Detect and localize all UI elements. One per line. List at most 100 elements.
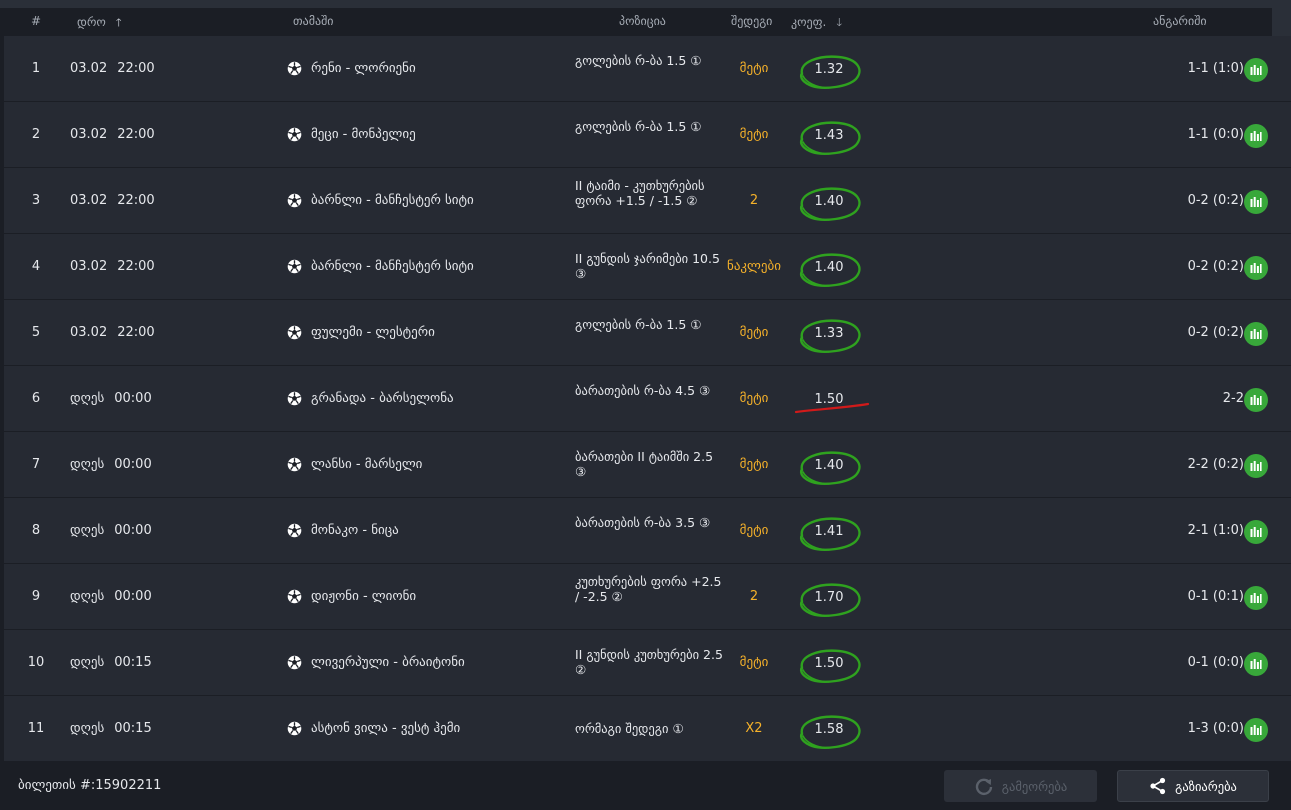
header-game: თამაში xyxy=(293,14,334,28)
row-datetime: 03.02 22:00 xyxy=(70,61,155,76)
bar-chart-icon xyxy=(1250,329,1262,339)
stats-button[interactable] xyxy=(1244,124,1268,148)
row-odds: 1.33 xyxy=(794,316,864,354)
share-icon xyxy=(1150,777,1166,795)
stats-button[interactable] xyxy=(1244,388,1268,412)
row-index: 1 xyxy=(31,61,41,76)
row-datetime: დღეს 00:00 xyxy=(70,523,152,538)
row-match[interactable]: ფულემი - ლესტერი xyxy=(311,325,435,340)
row-score: 1-3 (0:0) xyxy=(1187,721,1244,736)
row-time: 00:00 xyxy=(114,391,152,406)
row-index: 2 xyxy=(31,127,41,142)
row-outcome: მეტი xyxy=(739,127,769,142)
scrollbar-track[interactable] xyxy=(1272,8,1291,36)
table-row: 3 03.02 22:00 ბარნლი - მანჩესტერ სიტი II ტაი… xyxy=(4,168,1291,234)
header-outcome: შედეგი xyxy=(731,14,773,28)
row-odds: 1.32 xyxy=(794,52,864,90)
row-datetime: დღეს 00:15 xyxy=(70,721,152,736)
row-outcome: მეტი xyxy=(739,325,769,340)
row-outcome: მეტი xyxy=(739,655,769,670)
row-date: დღეს xyxy=(70,655,105,670)
row-match[interactable]: გრანადა - ბარსელონა xyxy=(311,391,454,406)
stats-button[interactable] xyxy=(1244,454,1268,478)
header-time-sort[interactable]: დრო 🡑 xyxy=(77,14,122,33)
header-score: ანგარიში xyxy=(1153,14,1207,28)
ticket-number: ბილეთის #:15902211 xyxy=(18,778,162,793)
soccer-ball-icon xyxy=(287,61,302,76)
bar-chart-icon xyxy=(1250,593,1262,603)
soccer-ball-icon xyxy=(287,655,302,670)
row-match[interactable]: ლანსი - მარსელი xyxy=(311,457,422,472)
row-match[interactable]: ბარნლი - მანჩესტერ სიტი xyxy=(311,259,474,274)
sort-up-icon: 🡑 xyxy=(115,16,122,29)
bar-chart-icon xyxy=(1250,725,1262,735)
row-index: 11 xyxy=(27,721,45,736)
row-match[interactable]: მეცი - მონპელიე xyxy=(311,127,416,142)
row-match[interactable]: ასტონ ვილა - ვესტ ჰემი xyxy=(311,721,460,736)
row-odds: 1.70 xyxy=(794,580,864,618)
stats-button[interactable] xyxy=(1244,520,1268,544)
table-row: 11 დღეს 00:15 ასტონ ვილა - ვესტ ჰემი ორმაგი … xyxy=(4,696,1291,762)
row-position: კუთხურების ფორა +2.5 / -2.5 ② xyxy=(575,574,722,604)
row-index: 8 xyxy=(31,523,41,538)
stats-button[interactable] xyxy=(1244,718,1268,742)
row-time: 22:00 xyxy=(117,61,155,76)
row-match[interactable]: დიჟონი - ლიონი xyxy=(311,589,416,604)
soccer-ball-icon xyxy=(287,127,302,142)
row-position: ბარათები II ტაიმში 2.5 ③ xyxy=(575,449,714,479)
table-row: 1 03.02 22:00 რენი - ლორიენი გოლების რ-ბა 1.… xyxy=(4,36,1291,102)
stats-button[interactable] xyxy=(1244,322,1268,346)
row-match[interactable]: ბარნლი - მანჩესტერ სიტი xyxy=(311,193,474,208)
bar-chart-icon xyxy=(1250,131,1262,141)
row-time: 22:00 xyxy=(117,127,155,142)
row-odds: 1.50 xyxy=(794,382,870,420)
row-time: 00:00 xyxy=(114,457,152,472)
row-odds: 1.40 xyxy=(794,250,864,288)
stats-button[interactable] xyxy=(1244,58,1268,82)
bar-chart-icon xyxy=(1250,461,1262,471)
repeat-button[interactable]: გამეორება xyxy=(944,770,1097,802)
row-match[interactable]: რენი - ლორიენი xyxy=(311,61,416,76)
row-date: დღეს xyxy=(70,721,105,736)
header-odds: კოეფ. xyxy=(791,15,827,29)
row-index: 5 xyxy=(31,325,41,340)
row-datetime: 03.02 22:00 xyxy=(70,127,155,142)
row-date: 03.02 xyxy=(70,61,108,76)
row-score: 0-2 (0:2) xyxy=(1187,193,1244,208)
share-button[interactable]: გაზიარება xyxy=(1117,770,1269,802)
bet-rows: 1 03.02 22:00 რენი - ლორიენი გოლების რ-ბა 1.… xyxy=(4,36,1291,762)
row-match[interactable]: ლივერპული - ბრაიტონი xyxy=(311,655,465,670)
header-num: # xyxy=(31,14,42,28)
stats-button[interactable] xyxy=(1244,652,1268,676)
row-datetime: 03.02 22:00 xyxy=(70,259,155,274)
row-position: ბარათების რ-ბა 3.5 ③ xyxy=(575,515,711,530)
stats-button[interactable] xyxy=(1244,190,1268,214)
row-date: 03.02 xyxy=(70,325,108,340)
row-outcome: 2 xyxy=(749,193,759,208)
row-date: 03.02 xyxy=(70,193,108,208)
row-score: 1-1 (0:0) xyxy=(1187,127,1244,142)
soccer-ball-icon xyxy=(287,721,302,736)
row-date: დღეს xyxy=(70,391,105,406)
row-time: 22:00 xyxy=(117,325,155,340)
row-date: დღეს xyxy=(70,523,105,538)
soccer-ball-icon xyxy=(287,193,302,208)
table-row: 5 03.02 22:00 ფულემი - ლესტერი გოლების რ-ბა … xyxy=(4,300,1291,366)
soccer-ball-icon xyxy=(287,325,302,340)
row-outcome: მეტი xyxy=(739,457,769,472)
table-row: 10 დღეს 00:15 ლივერპული - ბრაიტონი II გუნდის… xyxy=(4,630,1291,696)
row-match[interactable]: მონაკო - ნიცა xyxy=(311,523,399,538)
stats-button[interactable] xyxy=(1244,256,1268,280)
row-odds: 1.43 xyxy=(794,118,864,156)
soccer-ball-icon xyxy=(287,589,302,604)
row-outcome: მეტი xyxy=(739,523,769,538)
row-odds: 1.41 xyxy=(794,514,864,552)
table-row: 9 დღეს 00:00 დიჟონი - ლიონი კუთხურების ფორა … xyxy=(4,564,1291,630)
header-odds-sort[interactable]: კოეფ. 🡓 xyxy=(791,14,842,33)
row-outcome: მეტი xyxy=(739,61,769,76)
soccer-ball-icon xyxy=(287,391,302,406)
odds-value: 1.58 xyxy=(814,722,844,737)
row-datetime: დღეს 00:15 xyxy=(70,655,152,670)
stats-button[interactable] xyxy=(1244,586,1268,610)
odds-value: 1.43 xyxy=(814,128,844,143)
